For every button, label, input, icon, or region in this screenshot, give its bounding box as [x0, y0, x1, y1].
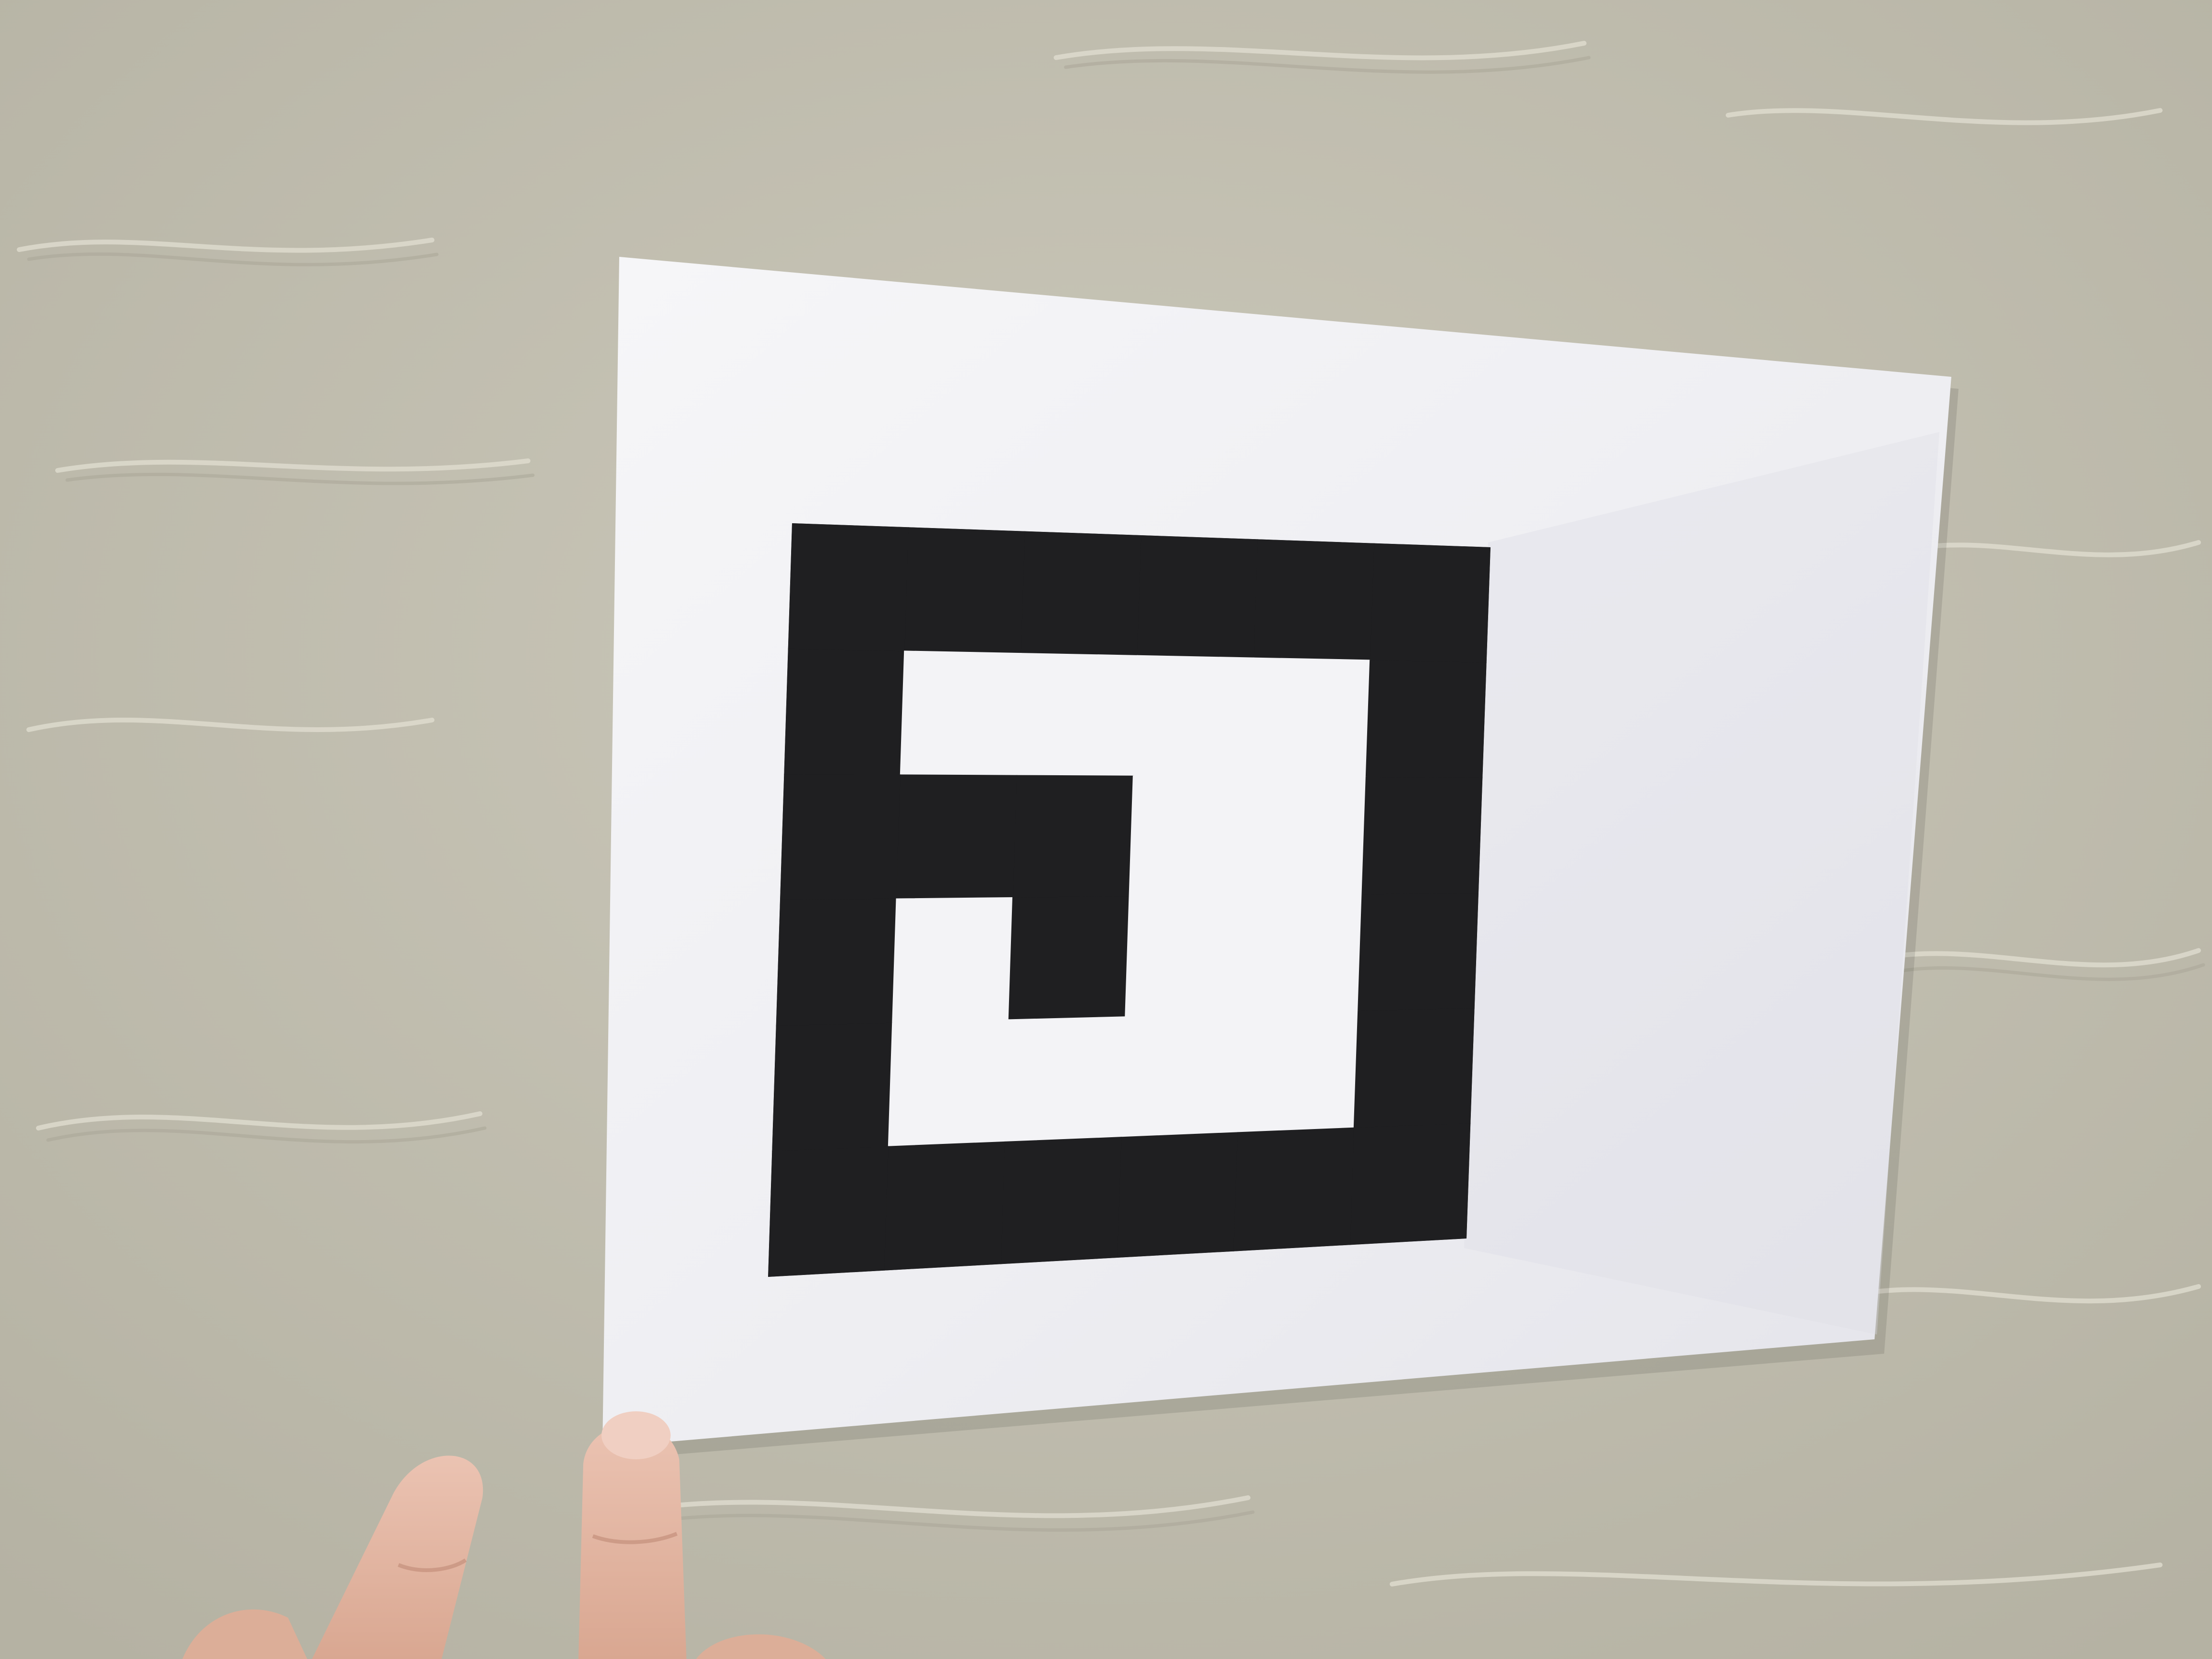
marker-cell-black	[1365, 660, 1487, 779]
marker-cell-black	[1233, 1127, 1355, 1252]
marker-cell-black	[1253, 539, 1375, 661]
marker-cell-black	[1117, 1132, 1238, 1259]
marker-cell-white	[1249, 657, 1371, 778]
photo-scene	[0, 0, 2212, 1659]
marker-cell-black	[1349, 1122, 1471, 1246]
marker-cell-black	[1353, 1007, 1475, 1129]
marker-cell-white	[1004, 1016, 1126, 1142]
marker-cell-black	[775, 898, 897, 1026]
marker-cell-white	[1237, 1010, 1359, 1133]
marker-cell-white	[1245, 776, 1367, 896]
marker-cell-white	[1241, 893, 1363, 1015]
marker-cell-black	[787, 523, 909, 652]
marker-cell-black	[904, 527, 1026, 654]
marker-cell-black	[1008, 896, 1130, 1021]
fingernail-right	[601, 1411, 671, 1459]
marker-cell-white	[1132, 655, 1254, 777]
marker-cell-white	[888, 1019, 1010, 1147]
marker-cell-white	[900, 650, 1022, 776]
photo-canvas	[0, 0, 2212, 1659]
marker-cell-black	[1020, 530, 1142, 656]
marker-cell-black	[783, 648, 905, 776]
marker-cell-black	[896, 774, 1018, 900]
marker-cell-white	[1125, 894, 1247, 1018]
marker-cell-black	[1012, 775, 1134, 899]
marker-cell-white	[1129, 775, 1250, 897]
paper-fold-shade	[1464, 432, 1939, 1334]
marker-cell-white	[1120, 1013, 1242, 1138]
marker-cell-black	[1000, 1137, 1122, 1265]
marker-cell-black	[1361, 776, 1483, 895]
marker-cell-black	[1370, 542, 1491, 663]
marker-cell-black	[1137, 534, 1259, 659]
fiducial-marker	[768, 523, 1491, 1277]
marker-cell-black	[768, 1146, 889, 1277]
marker-cell-black	[771, 1022, 893, 1152]
marker-cell-white	[892, 897, 1014, 1023]
marker-cell-black	[1358, 892, 1479, 1012]
marker-cell-white	[1016, 653, 1138, 777]
marker-cell-black	[884, 1141, 1006, 1271]
marker-cell-black	[779, 774, 901, 901]
